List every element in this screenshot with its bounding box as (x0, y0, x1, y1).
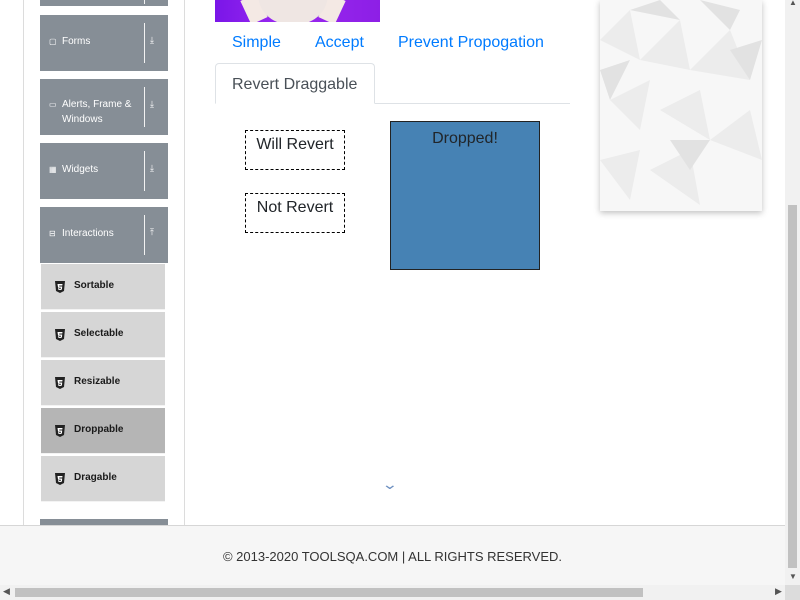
tab-prevent-propogation[interactable]: Prevent Propogation (398, 34, 544, 52)
page-footer: © 2013-2020 TOOLSQA.COM | ALL RIGHTS RES… (0, 525, 785, 585)
sidebar-right-border (184, 0, 185, 526)
sidebar-item-label: Dragable (74, 472, 117, 483)
vertical-scrollbar[interactable]: ▲ ▼ (785, 0, 800, 585)
minus-square-icon: ⊟ (49, 229, 56, 238)
download-icon[interactable]: ⤓ (150, 163, 154, 174)
sidebar-item-label: Droppable (74, 424, 124, 435)
sidebar-item-selectable[interactable]: Selectable (41, 312, 165, 358)
draggable-label: Not Revert (256, 199, 334, 216)
file-icon: ▢ (49, 37, 57, 46)
sidebar-group-label: Forms (62, 36, 91, 47)
sidebar-item-label: Selectable (74, 328, 124, 339)
tab-divider (375, 103, 570, 104)
drop-target-label: Dropped! (432, 130, 498, 147)
tab-accept[interactable]: Accept (315, 34, 364, 52)
window-icon: ▭ (49, 100, 57, 109)
horizontal-scrollbar[interactable]: ◀ ▶ (0, 585, 785, 600)
group-divider (144, 23, 145, 63)
will-revert-draggable[interactable]: Will Revert (245, 130, 345, 170)
sidebar-item-droppable[interactable]: Droppable (41, 408, 165, 454)
html5-icon (55, 329, 65, 341)
upload-icon[interactable]: ⤒ (150, 227, 154, 238)
sidebar-item-sortable[interactable]: Sortable (41, 264, 165, 310)
download-icon[interactable]: ⤓ (150, 35, 154, 46)
html5-icon (55, 473, 65, 485)
sidebar-group-label: Widgets (62, 164, 99, 175)
group-divider (144, 151, 145, 191)
scroll-down-icon[interactable]: ▼ (789, 572, 797, 581)
tab-label: Revert Draggable (232, 76, 358, 93)
triangle-pattern (600, 0, 762, 205)
scrollbar-corner (785, 585, 800, 600)
sidebar-item-resizable[interactable]: Resizable (41, 360, 165, 406)
scroll-left-icon[interactable]: ◀ (3, 586, 10, 597)
group-divider (144, 215, 145, 255)
group-divider (144, 0, 145, 4)
download-icon[interactable]: ⤓ (150, 99, 154, 110)
sidebar-item-label: Sortable (74, 280, 115, 291)
sidebar-group-label-line2: Windows (62, 114, 103, 125)
scroll-up-icon[interactable]: ▲ (789, 0, 797, 7)
sidebar-item-label: Resizable (74, 376, 121, 387)
sidebar-group-interactions[interactable]: ⊟ Interactions ⤒ (40, 207, 168, 263)
banner-person (258, 0, 328, 22)
grid-icon: ▦ (49, 165, 57, 174)
vertical-scroll-thumb[interactable] (788, 205, 797, 568)
sidebar-group-label: Alerts, Frame & (62, 99, 132, 110)
banner-image[interactable] (215, 0, 380, 22)
sidebar-group-alerts[interactable]: ▭ Alerts, Frame & Windows ⤓ (40, 79, 168, 135)
group-divider (144, 87, 145, 127)
advertisement-panel[interactable] (600, 0, 762, 211)
tab-revert-draggable[interactable]: Revert Draggable (215, 63, 375, 104)
sidebar-group-widgets[interactable]: ▦ Widgets ⤓ (40, 143, 168, 199)
footer-copyright: © 2013-2020 TOOLSQA.COM | ALL RIGHTS RES… (222, 549, 563, 564)
html5-icon (55, 377, 65, 389)
chevron-down-icon[interactable]: ⌄ (382, 476, 398, 493)
draggable-label: Will Revert (256, 136, 334, 153)
html5-icon (55, 281, 65, 293)
html5-icon (55, 425, 65, 437)
not-revert-draggable[interactable]: Not Revert (245, 193, 345, 233)
sidebar-group-label: Interactions (62, 228, 114, 239)
drop-target[interactable]: Dropped! (390, 121, 540, 270)
sidebar-group-elements[interactable] (40, 0, 168, 6)
sidebar-group-forms[interactable]: ▢ Forms ⤓ (40, 15, 168, 71)
sidebar-left-border (23, 0, 24, 526)
horizontal-scroll-thumb[interactable] (15, 588, 643, 597)
tab-simple[interactable]: Simple (232, 34, 281, 52)
sidebar-item-dragable[interactable]: Dragable (41, 456, 165, 502)
scroll-right-icon[interactable]: ▶ (775, 586, 782, 597)
